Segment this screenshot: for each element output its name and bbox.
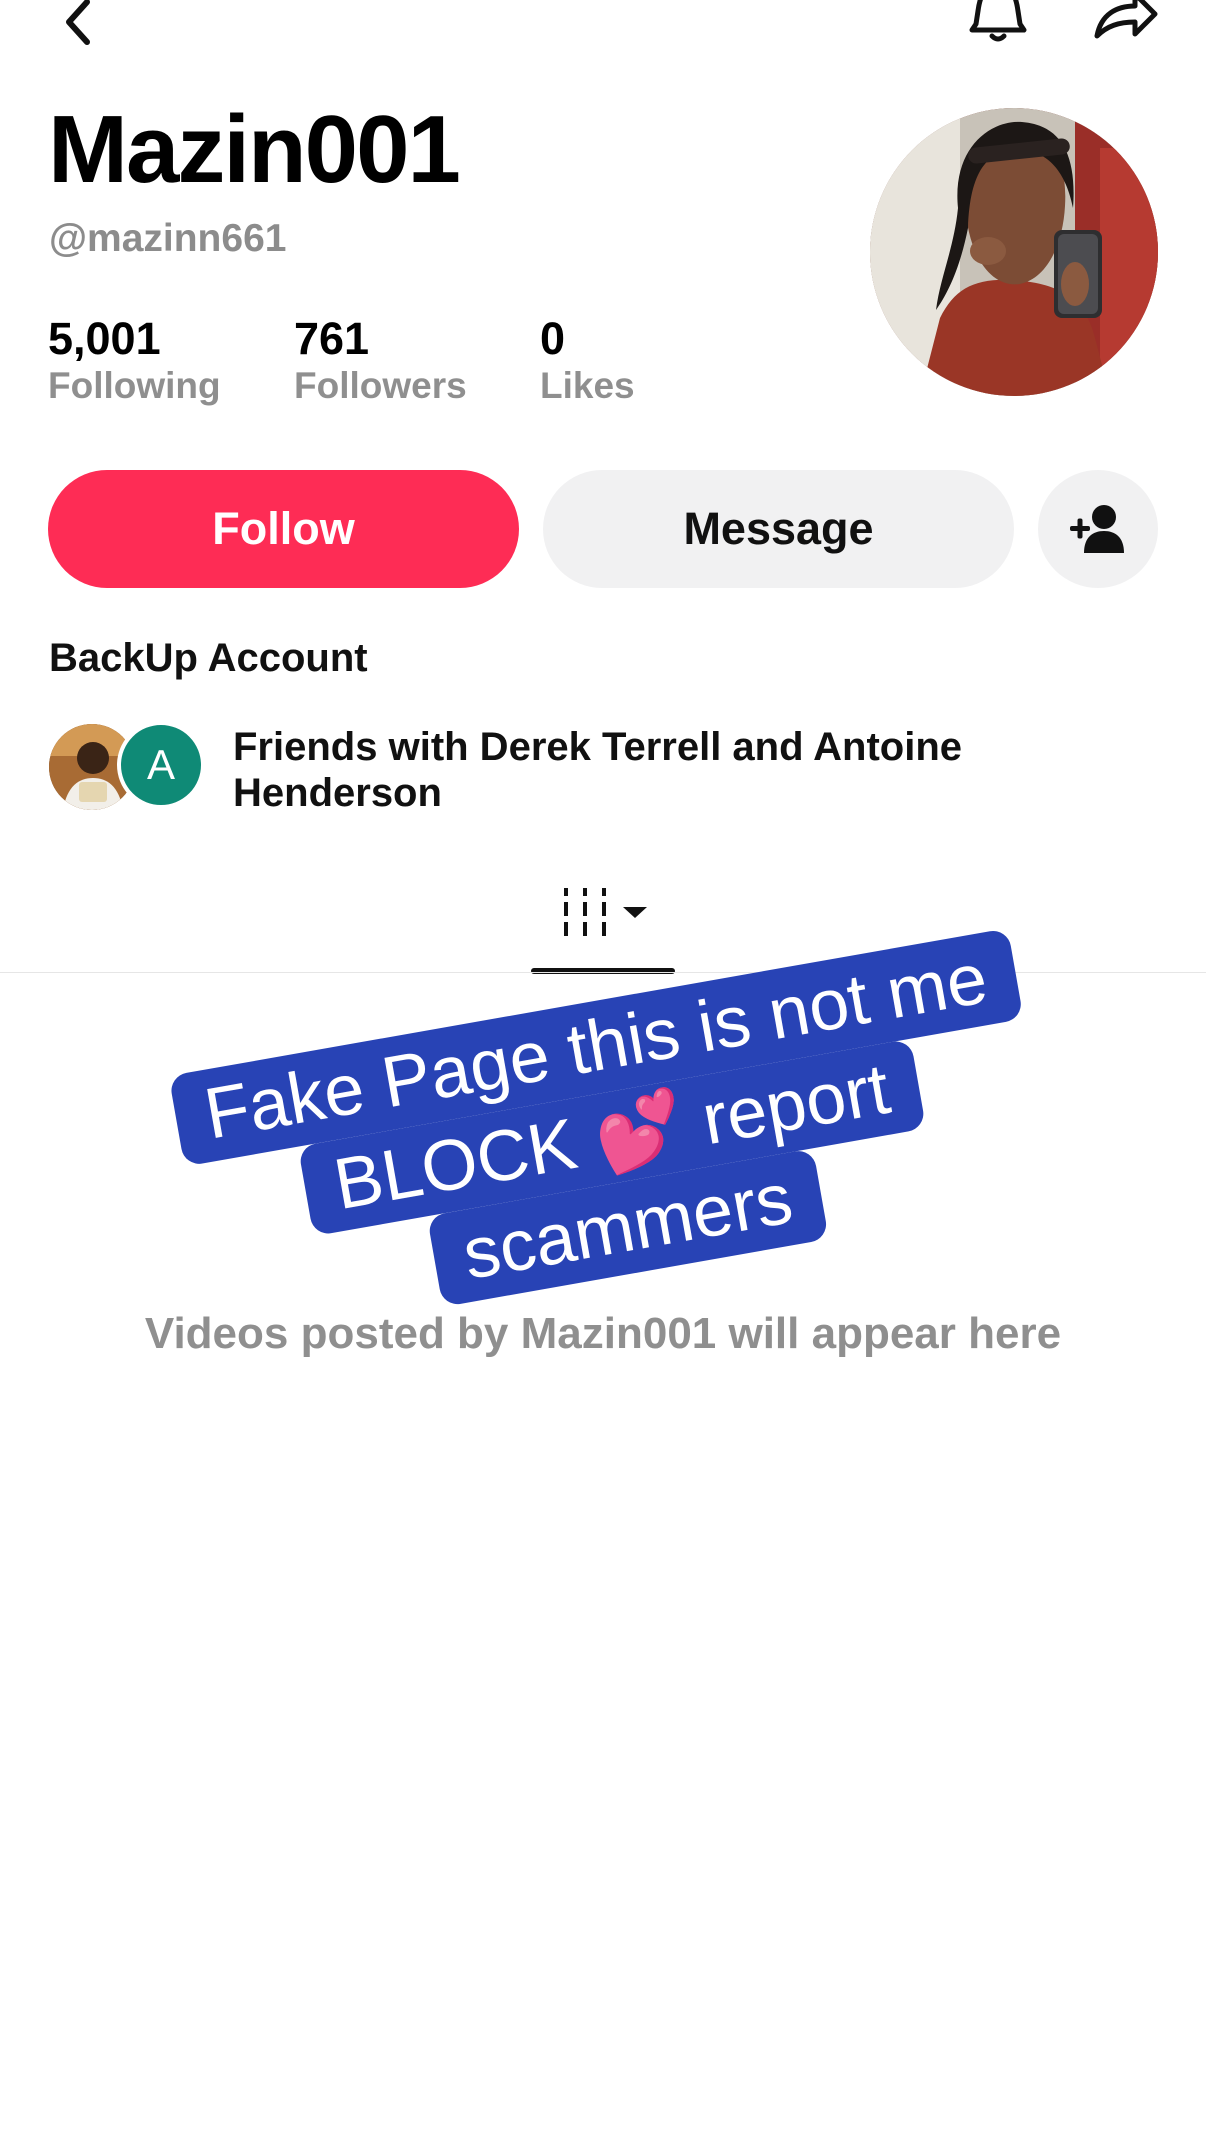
display-name: Mazin001 <box>48 96 461 203</box>
chevron-down-icon <box>623 907 647 918</box>
mutual-friends-text[interactable]: Friends with Derek Terrell and Antoine H… <box>233 724 1133 816</box>
follow-button[interactable]: Follow <box>48 470 519 588</box>
back-arrow-icon[interactable] <box>44 0 114 52</box>
tab-videos[interactable] <box>531 880 675 974</box>
stat-likes[interactable]: 0 Likes <box>540 316 786 404</box>
add-friend-button[interactable] <box>1038 470 1158 588</box>
stat-label: Followers <box>294 365 467 406</box>
profile-handle: @mazinn661 <box>49 217 287 260</box>
profile-avatar[interactable] <box>870 108 1158 396</box>
stat-following[interactable]: 5,001 Following <box>48 316 294 404</box>
mutual-friend-avatars[interactable]: A <box>49 721 209 812</box>
stat-followers[interactable]: 761 Followers <box>294 316 540 404</box>
overlay-caption: Fake Page this is not me BLOCK 💕 report … <box>115 919 1108 1356</box>
stat-value: 761 <box>294 313 370 364</box>
profile-bio: BackUp Account <box>49 636 368 680</box>
stat-value: 5,001 <box>48 313 161 364</box>
share-icon[interactable] <box>1090 0 1160 52</box>
bell-icon[interactable] <box>963 0 1033 52</box>
add-friend-icon <box>1070 505 1124 553</box>
profile-stats: 5,001 Following 761 Followers 0 Likes <box>48 316 786 404</box>
mutual-friend-initial-avatar: A <box>117 721 205 809</box>
tab-underline <box>531 968 675 974</box>
message-button[interactable]: Message <box>543 470 1014 588</box>
grid-icon <box>564 888 647 936</box>
profile-page: Mazin001 @mazinn661 5,001 Following 761 … <box>0 0 1206 2144</box>
stat-label: Following <box>48 365 221 406</box>
stat-value: 0 <box>540 313 566 364</box>
stat-label: Likes <box>540 365 635 406</box>
